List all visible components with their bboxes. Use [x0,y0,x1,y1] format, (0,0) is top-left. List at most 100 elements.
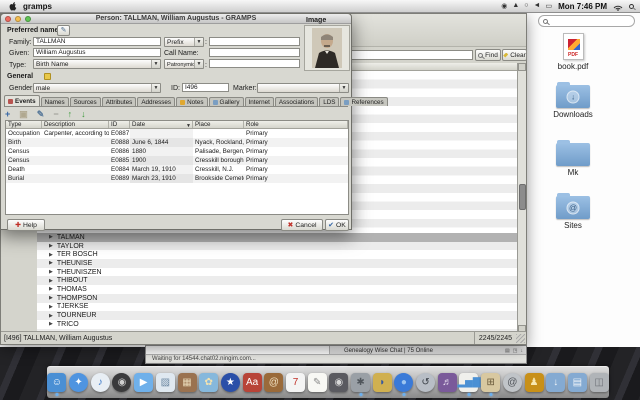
remove-event-icon[interactable]: − [53,109,58,119]
cancel-button[interactable]: ✖ Cancel [281,219,323,231]
find-button[interactable]: Find [475,49,501,61]
eject-icon[interactable]: ▲ [512,2,519,10]
scrollbar-top-button[interactable] [518,63,526,71]
expander-icon[interactable]: ▶ [49,286,53,292]
surname-row[interactable]: ▶ THOMPSON [37,294,519,303]
given-input[interactable]: William Augustus [33,48,161,57]
desktop-icon-downloads[interactable]: ↓ Downloads [538,85,608,119]
resize-grip[interactable] [516,334,525,343]
dialog-tab[interactable]: Associations [275,97,318,106]
prefix-input[interactable] [209,37,300,46]
dock-icon-blue-orb[interactable]: ● [394,373,413,392]
edit-event-icon[interactable]: ✎ [37,109,45,119]
family-input[interactable]: TALLMAN [33,37,161,46]
dock-icon-system-preferences[interactable]: ✱ [351,373,370,392]
col-place[interactable]: Place [193,121,244,128]
surname-row[interactable]: ▶ TRICO [37,320,519,329]
expander-icon[interactable]: ▶ [49,260,53,266]
dock-icon-itunes[interactable]: ♪ [91,373,110,392]
expander-icon[interactable]: ▶ [49,295,53,301]
dock-icon-garageband[interactable]: ♬ [438,373,457,392]
dock-icon-address-book[interactable]: @ [264,373,283,392]
surname-row[interactable]: ▶ TOURNEUR [37,311,519,320]
expander-icon[interactable]: ▶ [49,252,53,258]
dock-icon-ical[interactable]: 7 [286,373,305,392]
event-row[interactable]: Occupation Carpenter, according to 1... … [6,129,348,138]
clear-button[interactable]: Clear [502,49,527,61]
bluetooth-icon[interactable]: ○ [524,2,528,10]
dialog-title-bar[interactable]: Person: TALLMAN, William Augustus - GRAM… [1,14,351,24]
spotlight-icon[interactable] [629,4,634,9]
expander-icon[interactable]: ▶ [49,269,53,275]
privacy-icon[interactable] [44,73,51,80]
ok-button[interactable]: ✔ OK [325,219,349,231]
universal-access-icon[interactable]: ◉ [501,2,507,10]
col-id[interactable]: ID [109,121,130,128]
dock-icon-gramps-tree[interactable]: ⊞ [481,373,500,392]
dock-icon-time-machine[interactable]: ↺ [416,373,435,392]
dock-icon-compass[interactable]: ◉ [112,373,131,392]
menu-clock[interactable]: Mon 7:46 PM [558,2,607,11]
event-row[interactable]: Census E0886 1880 Palisade, Bergen, Ne..… [6,147,348,156]
name-type-dropdown[interactable]: Birth Name ▼ [33,59,161,69]
chat-sound-icon[interactable]: ↓ [521,348,524,354]
surname-row[interactable]: ▶ TALMAN [37,233,519,242]
move-down-icon[interactable]: ↓ [81,109,86,119]
col-role[interactable]: Role [244,121,348,128]
events-table-header[interactable]: Type Description ID Date▼ Place Role [6,121,348,129]
dock-icon-finder[interactable]: ☺ [47,373,66,392]
id-input[interactable]: I496 [182,83,229,92]
surname-row[interactable]: ▶ TAYLOR [37,242,519,251]
surname-row[interactable]: ▶ THOMAS [37,285,519,294]
volume-icon[interactable]: ◄ [534,2,541,10]
dock-icon-c3po[interactable]: ♟ [525,373,544,392]
apple-menu-icon[interactable] [8,1,17,11]
dialog-tab[interactable]: Gallery [209,97,244,106]
dialog-tab[interactable]: LDS [319,97,339,106]
gender-dropdown[interactable]: male ▼ [33,83,161,93]
airport-icon[interactable] [613,2,623,11]
surname-row[interactable]: ▶ THEUNISE [37,259,519,268]
dock-icon-dictionary[interactable]: Aa [243,373,262,392]
dialog-tab[interactable]: Internet [245,97,274,106]
chat-bubble-icon[interactable]: ◳ [513,348,518,354]
dialog-tab[interactable]: Attributes [102,97,137,106]
dialog-tab[interactable]: Addresses [137,97,175,106]
dialog-tab[interactable]: Events [4,95,40,106]
dock-icon-trash[interactable]: ◫ [590,373,609,392]
surname-row[interactable]: ▶ THIBOUT [37,276,519,285]
displays-icon[interactable]: ▭ [545,2,552,10]
dock-icon-documents-folder[interactable]: ▤ [568,373,587,392]
desktop-icon-sites[interactable]: @ Sites [538,196,608,230]
edit-name-button[interactable]: ✎ [57,25,70,36]
marker-dropdown[interactable]: ▼ [257,83,349,93]
col-type[interactable]: Type [6,121,42,128]
active-app-menu[interactable]: gramps [23,2,52,11]
surname-row[interactable]: ▶ TJERKSE [37,303,519,312]
expander-icon[interactable]: ▶ [49,313,53,319]
patronymic-dropdown[interactable]: Patronymic ▼ [164,59,204,69]
preferred-name-label[interactable]: Preferred name - [7,27,63,34]
help-button[interactable]: ✚ Help [7,219,45,231]
event-row[interactable]: Death E0884 March 19, 1910 Cresskill, N.… [6,165,348,174]
portrait-image[interactable] [304,25,350,71]
dialog-tab[interactable]: Names [41,97,69,106]
surname-row[interactable]: ▶ THEUNISZEN [37,268,519,277]
move-up-icon[interactable]: ↑ [68,109,73,119]
col-date[interactable]: Date▼ [130,121,193,128]
scrollbar-thumb[interactable] [519,184,526,210]
prefix-dropdown[interactable]: Prefix ▼ [164,37,204,47]
expander-icon[interactable]: ▶ [49,243,53,249]
dock-icon-ichat[interactable]: ▶ [134,373,153,392]
event-row[interactable]: Burial E0889 March 23, 1910 Brookside Ce… [6,174,348,183]
desktop-icon-mk[interactable]: Mk [538,143,608,177]
desktop-icon-book-pdf[interactable]: PDF book.pdf [538,33,608,71]
dock-icon-dvd-player[interactable]: ◗ [373,373,392,392]
dock-icon-chart-app[interactable]: ▂▅▇ [459,373,478,392]
dock-icon-photos-stack[interactable]: ▦ [178,373,197,392]
expander-icon[interactable]: ▶ [49,304,53,310]
dialog-tab[interactable]: Notes [176,97,207,106]
desktop-search-box[interactable] [538,15,635,27]
dock-icon-downloads-folder[interactable]: ↓ [546,373,565,392]
dock-icon-iphoto[interactable]: ✿ [199,373,218,392]
